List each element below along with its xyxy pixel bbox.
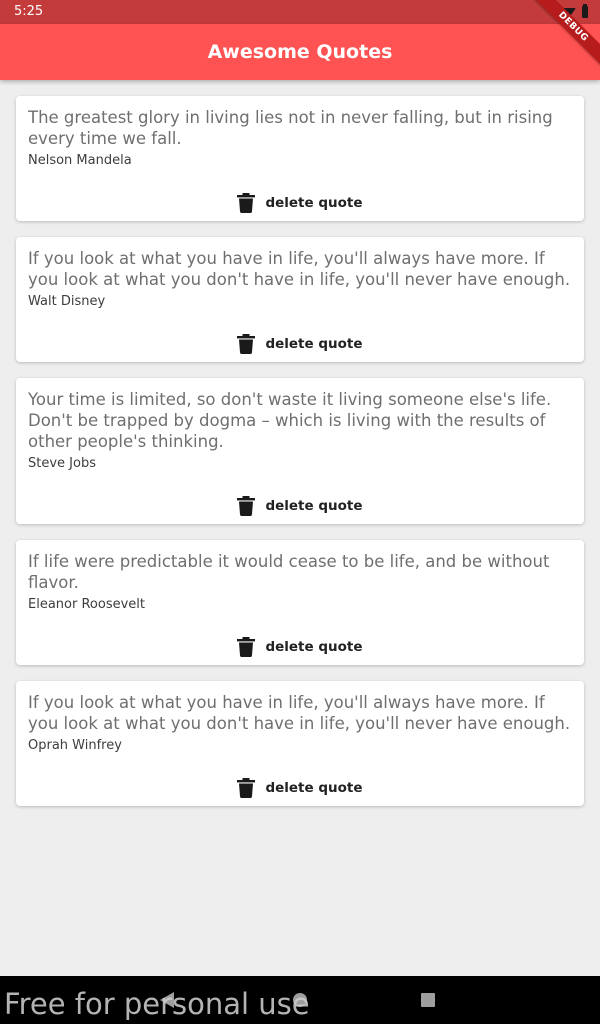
delete-quote-label: delete quote <box>265 336 363 352</box>
delete-quote-button[interactable]: delete quote <box>28 488 572 524</box>
app-title: Awesome Quotes <box>207 41 393 63</box>
delete-quote-label: delete quote <box>265 498 363 514</box>
delete-quote-label: delete quote <box>265 195 363 211</box>
quote-card: If you look at what you have in life, yo… <box>16 237 584 362</box>
quote-text: If you look at what you have in life, yo… <box>28 249 571 289</box>
delete-quote-label: delete quote <box>265 639 363 655</box>
trash-icon <box>237 334 256 354</box>
trash-icon <box>237 496 256 516</box>
delete-quote-button[interactable]: delete quote <box>28 629 572 665</box>
quote-card: If you look at what you have in life, yo… <box>16 681 584 806</box>
status-bar: 5:25 <box>0 0 600 24</box>
trash-icon <box>237 637 256 657</box>
quote-text: Your time is limited, so don't waste it … <box>28 390 552 451</box>
delete-quote-label: delete quote <box>265 780 363 796</box>
delete-quote-button[interactable]: delete quote <box>28 326 572 362</box>
delete-quote-button[interactable]: delete quote <box>28 185 572 221</box>
trash-icon <box>237 193 256 213</box>
quote-list: The greatest glory in living lies not in… <box>16 96 584 822</box>
quote-author: Walt Disney <box>28 294 106 309</box>
quote-card: The greatest glory in living lies not in… <box>16 96 584 221</box>
quote-card: If life were predictable it would cease … <box>16 540 584 665</box>
watermark: Free for personal use <box>4 987 310 1021</box>
recents-icon[interactable] <box>421 993 435 1007</box>
app-bar: Awesome Quotes <box>0 24 600 80</box>
quote-author: Nelson Mandela <box>28 153 132 168</box>
quote-text: If life were predictable it would cease … <box>28 552 550 592</box>
status-time: 5:25 <box>14 4 44 19</box>
quote-author: Steve Jobs <box>28 456 96 471</box>
quote-text: The greatest glory in living lies not in… <box>28 108 553 148</box>
battery-icon <box>582 4 588 18</box>
trash-icon <box>237 778 256 798</box>
quote-card: Your time is limited, so don't waste it … <box>16 378 584 524</box>
quote-author: Eleanor Roosevelt <box>28 597 145 612</box>
delete-quote-button[interactable]: delete quote <box>28 770 572 806</box>
quote-author: Oprah Winfrey <box>28 738 122 753</box>
quote-text: If you look at what you have in life, yo… <box>28 693 571 733</box>
